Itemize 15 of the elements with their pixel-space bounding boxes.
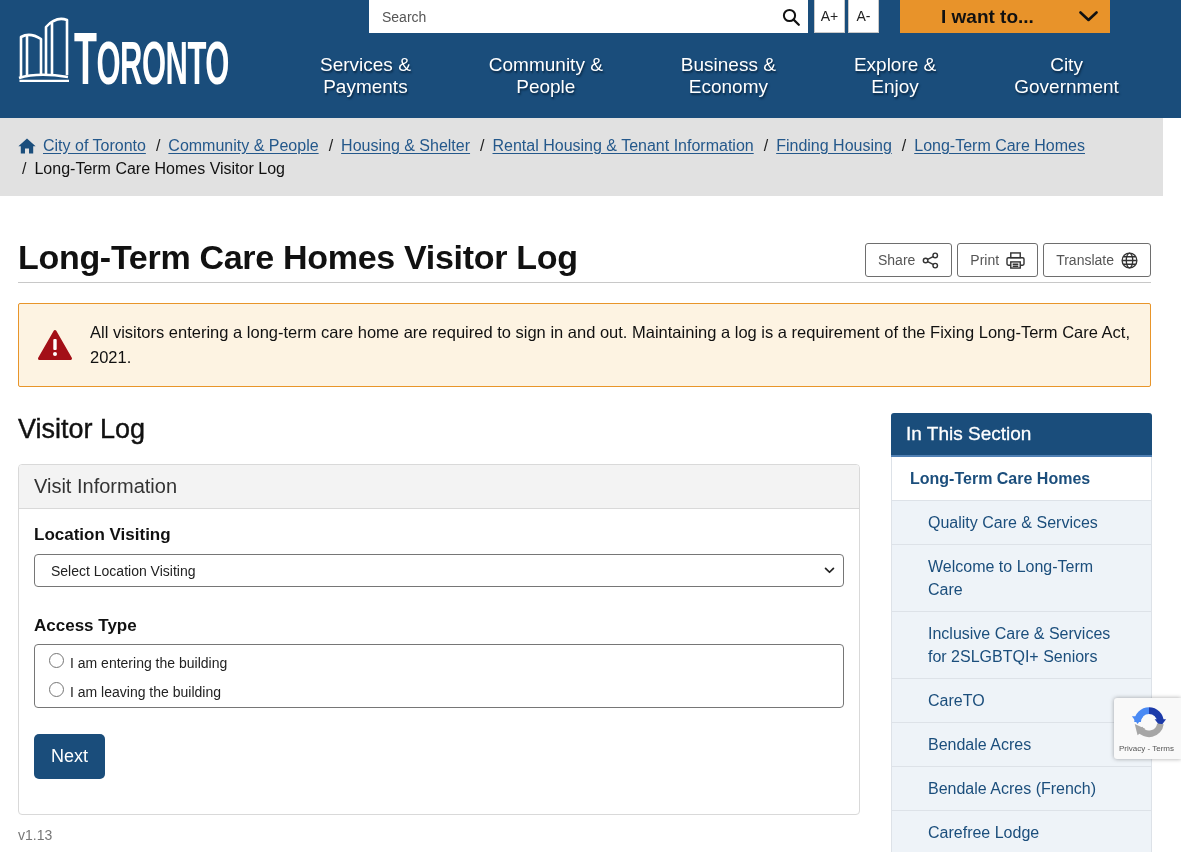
field-label: Location Visiting [34, 524, 172, 546]
sidebar-heading: In This Section [891, 413, 1152, 457]
breadcrumb-separator: / [763, 136, 769, 156]
breadcrumb-current-page: Long-Term Care Homes Visitor Log [34, 159, 285, 179]
version-text: v1.13 [18, 826, 54, 845]
breadcrumb-separator: / [155, 136, 161, 156]
breadcrumb-separator: / [328, 136, 334, 156]
page-title: Long-Term Care Homes Visitor Log [18, 237, 578, 278]
alert-message: All visitors entering a long-term care home are required to sign in and out. Maintaining a log is a requirement of the Fixing Long-Term Care Act, 2021. [90, 322, 1132, 368]
breadcrumb-separator: / [901, 136, 907, 156]
section-heading: Visitor Log [18, 413, 147, 445]
field-label: Access Type [34, 615, 138, 637]
breadcrumb-separator: / [22, 159, 27, 179]
breadcrumb-separator: / [480, 136, 485, 156]
card-title: Visit Information [19, 465, 859, 509]
